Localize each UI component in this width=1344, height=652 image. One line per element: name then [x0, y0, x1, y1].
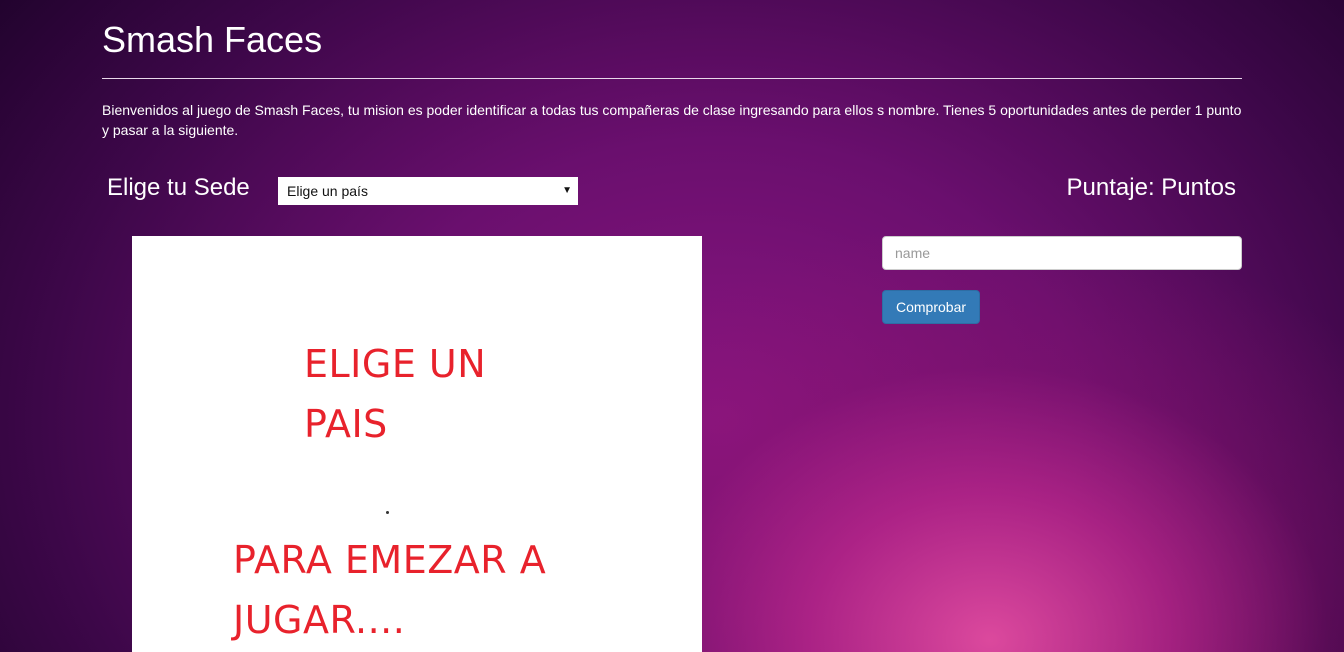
image-text-line: ELIGE UN [304, 342, 487, 386]
page-container: Smash Faces Bienvenidos al juego de Smas… [102, 0, 1242, 652]
sede-label: Elige tu Sede [107, 174, 250, 201]
country-select-value: Elige un país [287, 183, 368, 199]
intro-text: Bienvenidos al juego de Smash Faces, tu … [102, 102, 1242, 138]
name-input[interactable] [882, 236, 1242, 270]
image-text-line: PAIS [304, 402, 388, 446]
image-text-line: JUGAR.... [233, 598, 406, 642]
game-image: ELIGE UN PAIS PARA EMEZAR A JUGAR.... [132, 236, 702, 652]
score-label: Puntaje: Puntos [1066, 174, 1236, 201]
country-select[interactable]: Elige un país ▼ [278, 177, 578, 205]
header-divider [102, 78, 1242, 79]
image-dot [386, 511, 389, 514]
chevron-down-icon: ▼ [562, 185, 572, 196]
page-title: Smash Faces [102, 19, 323, 60]
check-button[interactable]: Comprobar [882, 290, 980, 324]
image-text-line: PARA EMEZAR A [233, 538, 547, 582]
